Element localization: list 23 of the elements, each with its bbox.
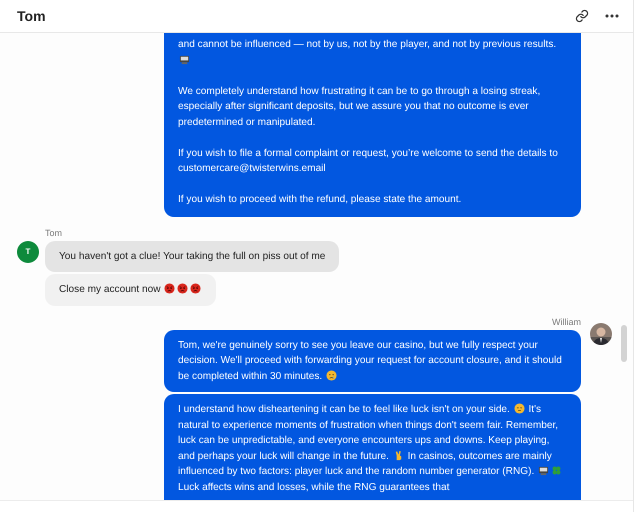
angry-face-icon (177, 283, 188, 294)
clover-icon (551, 465, 562, 476)
message-text: and cannot be influenced — not by us, not by the player, and not by previous results. (178, 37, 567, 68)
chat-title: Tom (17, 8, 46, 24)
avatar: T (17, 240, 39, 262)
message-text: If you wish to proceed with the refund, please state the amount. (178, 193, 462, 207)
sender-name: William (552, 316, 581, 328)
crying-face-icon (326, 370, 338, 380)
monitor-icon (538, 465, 550, 476)
angry-face-icon (164, 283, 176, 294)
sender-name: Tom (45, 228, 62, 238)
angry-face-icon (190, 283, 202, 294)
message-text: I understand how disheartening it can be to feel like luck isn't on your side. It's natural to experience moments of frustration when things don't seem fair. Remember, luck can be unpredictable, and everyone encounters ups and downs. Keep playing, and perhaps your luck will change in the future. In casinos, outcomes are mainly influenced by two factors: player luck and the random number generator (RNG). Luck affects wins and losses, while the RNG guarantees that (178, 402, 567, 495)
message-text: If you wish to file a formal complaint or request, you’re welcome to send the details to customercare@twisterwins.email (178, 146, 559, 176)
message-text: Tom, we're genuinely sorry to see you leave our casino, but we fully respect your decision. We'll proceed with forwarding your request for account closure, and it should be completed within 30 minutes. (178, 338, 563, 384)
link-button[interactable] (575, 9, 589, 23)
more-button[interactable] (605, 14, 619, 18)
message-text: We completely understand how frustrating it can be to go through a losing streak, especially after significant deposits, but we assure you that no outcome is ever predetermined or manipulated. (178, 84, 542, 130)
scrollbar[interactable] (621, 325, 627, 362)
message-text: You haven't got a clue! Your taking the full on piss out of me (59, 250, 326, 264)
message-text: Close my account now (59, 282, 202, 298)
sad-face-icon (514, 403, 525, 414)
monitor-icon (179, 54, 190, 64)
